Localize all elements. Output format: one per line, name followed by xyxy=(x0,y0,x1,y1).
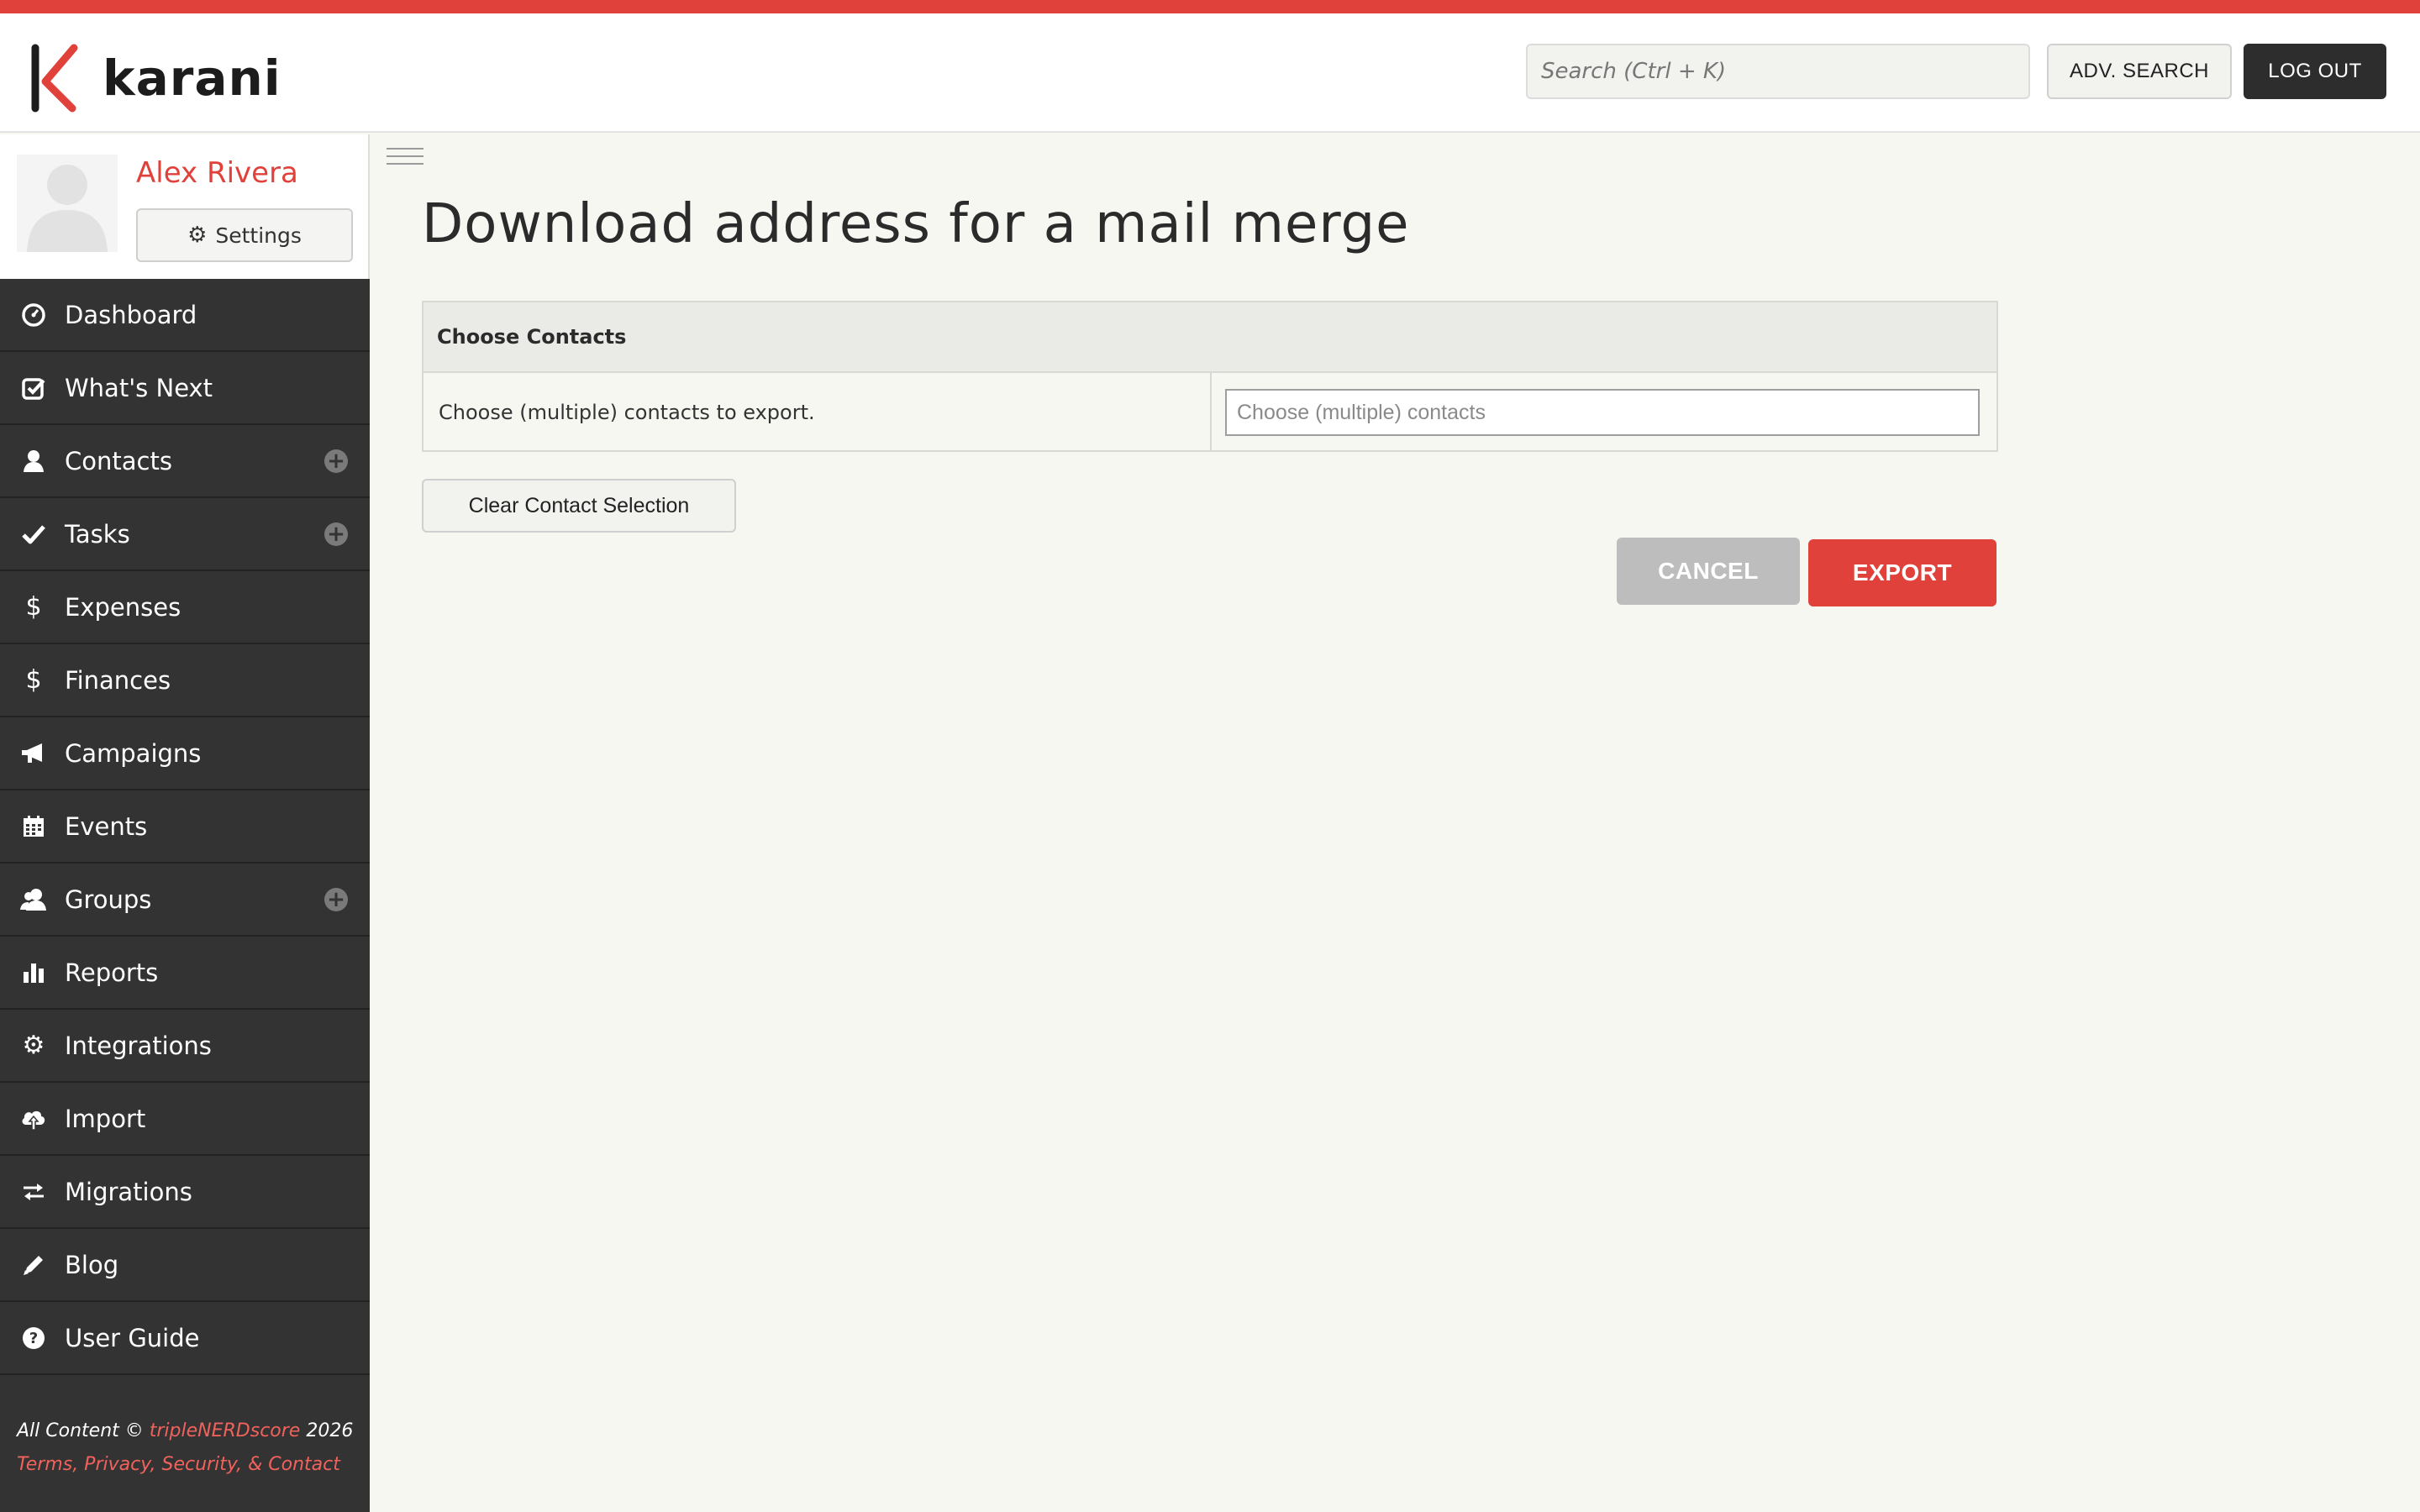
sidebar: Alex Rivera ⚙ Settings Dashboard What's … xyxy=(0,134,370,1512)
brand-logo[interactable]: karani xyxy=(29,39,281,118)
settings-button[interactable]: ⚙ Settings xyxy=(136,208,353,262)
top-header: karani ADV. SEARCH LOG OUT xyxy=(0,13,2420,133)
dollar-icon: $ xyxy=(25,665,42,695)
user-icon xyxy=(17,449,50,474)
svg-text:?: ? xyxy=(29,1330,38,1347)
sidebar-item-whats-next[interactable]: What's Next xyxy=(0,352,370,425)
sidebar-item-label: User Guide xyxy=(65,1323,200,1352)
users-icon xyxy=(17,887,50,912)
page-title: Download address for a mail merge xyxy=(422,193,1410,255)
sidebar-item-label: Dashboard xyxy=(65,300,197,329)
calendar-icon xyxy=(17,814,50,839)
karani-k-logo-icon xyxy=(31,44,78,113)
gear-icon: ⚙ xyxy=(187,223,208,248)
copyright-line: All Content © tripleNERDscore 2026 xyxy=(17,1415,361,1448)
user-profile: Alex Rivera ⚙ Settings xyxy=(0,134,370,279)
sidebar-item-tasks[interactable]: Tasks + xyxy=(0,498,370,571)
sidebar-item-label: Groups xyxy=(65,885,152,914)
profile-name[interactable]: Alex Rivera xyxy=(136,156,298,190)
user-silhouette-icon xyxy=(17,155,118,252)
copyright-prefix: All Content © xyxy=(17,1420,144,1441)
logout-button[interactable]: LOG OUT xyxy=(2244,44,2386,99)
bar-chart-icon xyxy=(17,960,50,985)
add-group-icon[interactable]: + xyxy=(324,887,348,911)
sidebar-item-dashboard[interactable]: Dashboard xyxy=(0,279,370,352)
sidebar-item-integrations[interactable]: ⚙ Integrations xyxy=(0,1010,370,1083)
check-icon xyxy=(17,522,50,547)
sidebar-item-label: Tasks xyxy=(65,519,130,549)
settings-label: Settings xyxy=(215,223,302,248)
gear-icon: ⚙ xyxy=(22,1031,45,1060)
contacts-field-label: Choose (multiple) contacts to export. xyxy=(424,373,1212,452)
top-accent-stripe xyxy=(0,0,2420,13)
brand-name: karani xyxy=(103,50,281,107)
sidebar-item-label: Integrations xyxy=(65,1031,212,1060)
sidebar-item-user-guide[interactable]: ? User Guide xyxy=(0,1302,370,1375)
choose-contacts-panel: Choose Contacts Choose (multiple) contac… xyxy=(422,301,1998,452)
sidebar-item-reports[interactable]: Reports xyxy=(0,937,370,1010)
dollar-icon: $ xyxy=(25,592,42,622)
contacts-select-input[interactable] xyxy=(1225,389,1980,436)
sidebar-item-events[interactable]: Events xyxy=(0,790,370,864)
sidebar-footer: All Content © tripleNERDscore 2026 Terms… xyxy=(17,1415,361,1482)
export-button[interactable]: EXPORT xyxy=(1808,539,1996,606)
sidebar-item-import[interactable]: Import xyxy=(0,1083,370,1156)
cloud-upload-icon xyxy=(17,1106,50,1131)
panel-row: Choose (multiple) contacts to export. xyxy=(424,373,1996,452)
sidebar-item-blog[interactable]: Blog xyxy=(0,1229,370,1302)
panel-header: Choose Contacts xyxy=(424,302,1996,373)
add-contact-icon[interactable]: + xyxy=(324,449,348,473)
sidebar-item-label: Reports xyxy=(65,958,159,987)
search-input[interactable] xyxy=(1526,44,2030,99)
copyright-year: 2026 xyxy=(306,1420,354,1441)
sidebar-item-label: Blog xyxy=(65,1250,119,1279)
sidebar-item-label: Expenses xyxy=(65,592,182,622)
sidebar-item-label: What's Next xyxy=(65,373,213,402)
check-square-icon xyxy=(17,375,50,401)
company-link[interactable]: tripleNERDscore xyxy=(150,1420,301,1441)
pencil-icon xyxy=(17,1252,50,1278)
sidebar-item-label: Finances xyxy=(65,665,171,695)
sidebar-item-migrations[interactable]: Migrations xyxy=(0,1156,370,1229)
sidebar-item-contacts[interactable]: Contacts + xyxy=(0,425,370,498)
sidebar-item-label: Contacts xyxy=(65,446,172,475)
sidebar-item-groups[interactable]: Groups + xyxy=(0,864,370,937)
cancel-button[interactable]: CANCEL xyxy=(1617,538,1800,605)
advanced-search-button[interactable]: ADV. SEARCH xyxy=(2047,44,2232,99)
sidebar-item-campaigns[interactable]: Campaigns xyxy=(0,717,370,790)
sidebar-item-expenses[interactable]: $ Expenses xyxy=(0,571,370,644)
sidebar-item-label: Campaigns xyxy=(65,738,202,768)
sidebar-item-label: Import xyxy=(65,1104,146,1133)
dashboard-icon xyxy=(17,302,50,328)
contacts-field-cell xyxy=(1212,373,1996,452)
main-content: Download address for a mail merge Choose… xyxy=(370,134,2420,1512)
clear-contact-selection-button[interactable]: Clear Contact Selection xyxy=(422,479,736,533)
megaphone-icon xyxy=(17,741,50,766)
sidebar-item-finances[interactable]: $ Finances xyxy=(0,644,370,717)
question-circle-icon: ? xyxy=(17,1326,50,1351)
sidebar-item-label: Events xyxy=(65,811,148,841)
arrows-exchange-icon xyxy=(17,1179,50,1205)
legal-links[interactable]: Terms, Privacy, Security, & Contact xyxy=(17,1448,361,1482)
add-task-icon[interactable]: + xyxy=(324,522,348,546)
menu-toggle-icon[interactable] xyxy=(387,148,424,171)
sidebar-item-label: Migrations xyxy=(65,1177,192,1206)
sidebar-nav: Dashboard What's Next Contacts + Tasks +… xyxy=(0,279,370,1375)
